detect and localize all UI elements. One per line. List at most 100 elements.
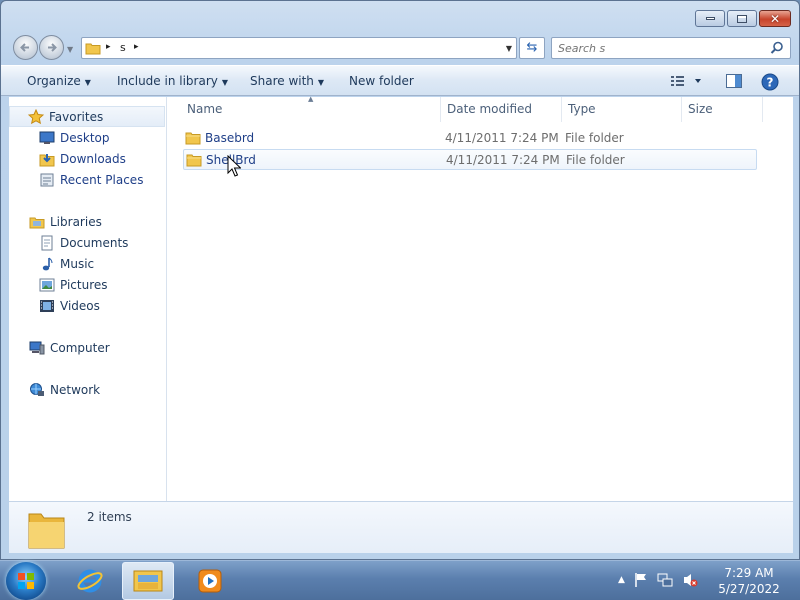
close-button[interactable]: ✕ <box>759 10 791 27</box>
nav-libraries-label: Libraries <box>50 214 102 229</box>
show-hidden-icons-icon[interactable]: ▲ <box>618 575 625 585</box>
organize-menu[interactable]: Organize ▼ <box>27 74 91 88</box>
back-arrow-icon <box>20 43 29 52</box>
column-headers: ▲ Name Date modified Type Size <box>168 95 793 122</box>
breadcrumb-segment[interactable]: s <box>120 41 126 54</box>
item-count: 2 items <box>87 510 132 524</box>
explorer-window: ✕ ▼ ▸ s ▸ ▼ ⇆ Organize▼ <box>0 0 800 560</box>
file-type: File folder <box>565 131 624 145</box>
volume-muted-icon[interactable] <box>682 572 698 588</box>
action-center-flag-icon[interactable] <box>634 572 648 588</box>
nav-videos[interactable]: Videos <box>9 295 165 316</box>
mouse-cursor-icon <box>227 155 241 177</box>
nav-recent-places-label: Recent Places <box>60 172 144 187</box>
desktop-icon <box>39 130 55 146</box>
taskbar-clock[interactable]: 7:29 AM 5/27/2022 <box>708 565 790 597</box>
back-button[interactable] <box>13 35 38 60</box>
refresh-button[interactable]: ⇆ <box>519 37 545 59</box>
folder-icon <box>186 154 202 167</box>
sort-ascending-icon: ▲ <box>308 95 314 103</box>
column-name[interactable]: Name <box>187 102 222 116</box>
breadcrumb-arrow-icon[interactable]: ▸ <box>134 42 139 52</box>
music-icon <box>39 256 55 272</box>
forward-arrow-icon <box>48 43 57 52</box>
nav-pictures[interactable]: Pictures <box>9 274 165 295</box>
column-divider[interactable] <box>561 97 562 122</box>
internet-explorer-icon <box>77 569 103 593</box>
nav-desktop[interactable]: Desktop <box>9 127 165 148</box>
title-bar[interactable]: ✕ <box>1 1 799 33</box>
new-folder-button[interactable]: New folder <box>349 74 414 88</box>
windows-explorer-icon <box>133 570 163 592</box>
nav-documents[interactable]: Documents <box>9 232 165 253</box>
column-divider[interactable] <box>440 97 441 122</box>
taskbar: ▲ 7:29 AM 5/27/2022 <box>0 560 800 600</box>
chevron-down-icon: ▼ <box>84 78 91 87</box>
pictures-icon <box>39 277 55 293</box>
start-button[interactable] <box>6 562 46 600</box>
file-date-modified: 4/11/2011 7:24 PM <box>445 131 559 145</box>
nav-music-label: Music <box>60 256 95 271</box>
command-bar: Organize ▼ Include in library ▼ Share with… <box>1 65 799 96</box>
address-bar[interactable]: ▸ s ▸ ▼ <box>81 37 517 59</box>
file-row[interactable]: ShellBrd 4/11/2011 7:24 PM File folder <box>183 149 757 170</box>
search-icon[interactable] <box>769 40 785 56</box>
nav-libraries[interactable]: Libraries <box>9 211 165 232</box>
include-in-library-menu[interactable]: Include in library ▼ <box>117 74 228 88</box>
chevron-down-icon: ▼ <box>317 78 325 87</box>
file-date-modified: 4/11/2011 7:24 PM <box>446 153 560 167</box>
nav-favorites[interactable]: Favorites <box>9 106 165 127</box>
share-with-label: Share with <box>250 74 314 88</box>
navigation-pane: Favorites Desktop Downloads Recent Place… <box>9 97 167 501</box>
refresh-icon: ⇆ <box>526 40 538 55</box>
column-divider[interactable] <box>762 97 763 122</box>
column-date-modified[interactable]: Date modified <box>447 102 532 116</box>
preview-pane-button[interactable] <box>725 73 743 89</box>
minimize-button[interactable] <box>695 10 725 27</box>
organize-label: Organize <box>27 74 81 88</box>
details-pane: 2 items <box>9 501 793 553</box>
computer-icon <box>29 340 45 356</box>
videos-icon <box>39 298 55 314</box>
system-tray: ▲ <box>618 572 698 588</box>
nav-desktop-label: Desktop <box>60 130 110 145</box>
address-dropdown-icon[interactable]: ▼ <box>506 44 512 53</box>
taskbar-media-player[interactable] <box>184 562 236 600</box>
nav-network[interactable]: Network <box>9 379 165 400</box>
column-divider[interactable] <box>681 97 682 122</box>
recent-pages-dropdown[interactable]: ▼ <box>67 45 73 54</box>
network-icon <box>29 382 45 398</box>
share-with-menu[interactable]: Share with ▼ <box>250 74 324 88</box>
taskbar-windows-explorer[interactable] <box>122 562 174 600</box>
forward-button[interactable] <box>39 35 64 60</box>
column-size[interactable]: Size <box>688 102 713 116</box>
downloads-icon <box>39 151 55 167</box>
documents-icon <box>39 235 55 251</box>
nav-favorites-label: Favorites <box>49 109 104 124</box>
folder-icon <box>185 132 201 145</box>
nav-videos-label: Videos <box>60 298 100 313</box>
nav-downloads[interactable]: Downloads <box>9 148 165 169</box>
help-button[interactable]: ? <box>761 73 779 91</box>
maximize-button[interactable] <box>727 10 757 27</box>
change-view-button[interactable] <box>670 73 702 89</box>
column-type[interactable]: Type <box>568 102 596 116</box>
maximize-icon <box>737 14 747 23</box>
windows-logo-icon <box>18 573 34 589</box>
minimize-icon <box>705 17 715 20</box>
chevron-down-icon: ▼ <box>221 78 229 87</box>
nav-pictures-label: Pictures <box>60 277 108 292</box>
file-type: File folder <box>566 153 625 167</box>
nav-recent-places[interactable]: Recent Places <box>9 169 165 190</box>
taskbar-internet-explorer[interactable] <box>64 562 116 600</box>
nav-computer[interactable]: Computer <box>9 337 165 358</box>
file-row[interactable]: Basebrd 4/11/2011 7:24 PM File folder <box>183 128 757 149</box>
nav-documents-label: Documents <box>60 235 129 250</box>
search-input[interactable] <box>552 38 762 58</box>
search-box[interactable] <box>551 37 791 59</box>
network-tray-icon[interactable] <box>657 572 673 588</box>
window-controls: ✕ <box>695 10 791 27</box>
star-icon <box>28 108 44 125</box>
nav-music[interactable]: Music <box>9 253 165 274</box>
breadcrumb-arrow-icon[interactable]: ▸ <box>106 42 111 52</box>
